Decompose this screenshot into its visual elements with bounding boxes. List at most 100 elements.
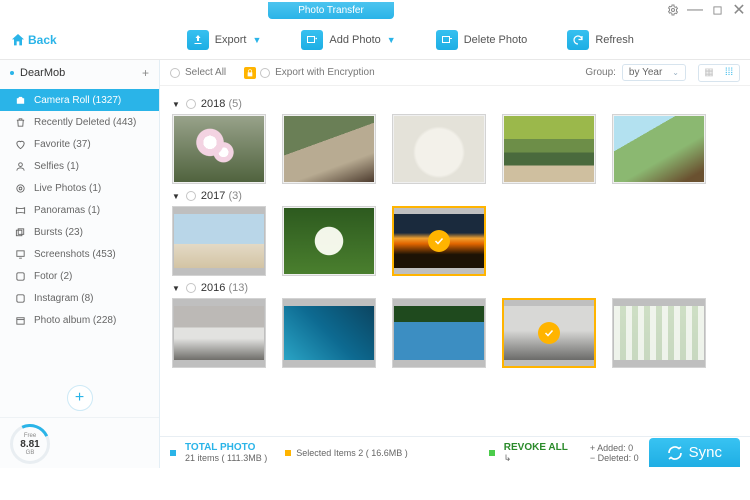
add-photo-icon [301, 30, 323, 50]
window-title: Photo Transfer [268, 2, 394, 19]
group-checkbox[interactable] [186, 99, 196, 109]
group-header[interactable]: ▼2016 (13) [172, 282, 738, 294]
photo-thumbnail[interactable] [392, 114, 486, 184]
filter-bar: Select All Export with Encryption Group:… [160, 60, 750, 86]
sidebar-header: DearMob + [0, 60, 159, 86]
app-icon [14, 292, 26, 304]
group-header[interactable]: ▼2018 (5) [172, 98, 738, 110]
chevron-down-icon: ⌄ [672, 68, 679, 77]
close-icon[interactable]: ✕ [731, 2, 747, 18]
sidebar-item-label: Selfies (1) [34, 161, 79, 172]
group-label: Group: [585, 67, 616, 78]
total-photo-label: TOTAL PHOTO [185, 442, 267, 453]
selected-check-icon [428, 230, 450, 252]
sidebar: DearMob + Camera Roll (1327) Recently Del… [0, 60, 160, 468]
sidebar-item-label: Bursts (23) [34, 227, 83, 238]
sidebar-item-label: Panoramas (1) [34, 205, 100, 216]
camera-icon [14, 94, 26, 106]
select-all-checkbox[interactable] [170, 68, 180, 78]
photo-grid: ▼2018 (5)▼2017 (3)▼2016 (13) [160, 86, 750, 436]
sidebar-item[interactable]: Panoramas (1) [0, 199, 159, 221]
group-count: (3) [228, 190, 241, 202]
encrypt-label: Export with Encryption [275, 67, 375, 78]
disclosure-triangle-icon: ▼ [172, 100, 180, 109]
sync-button[interactable]: Sync [649, 438, 740, 467]
export-icon [187, 30, 209, 50]
settings-icon[interactable] [665, 2, 681, 18]
live-icon [14, 182, 26, 194]
refresh-button[interactable]: Refresh [567, 30, 634, 50]
total-photo-detail: 21 items ( 111.3MB ) [185, 453, 267, 463]
main-panel: Select All Export with Encryption Group:… [160, 60, 750, 468]
group-checkbox[interactable] [186, 283, 196, 293]
sidebar-item-label: Fotor (2) [34, 271, 72, 282]
group-count: (5) [228, 98, 241, 110]
photo-thumbnail[interactable] [612, 298, 706, 368]
view-small-icon[interactable]: ⁞⁞⁞ [719, 65, 739, 81]
photo-thumbnail[interactable] [392, 298, 486, 368]
sidebar-item[interactable]: Favorite (37) [0, 133, 159, 155]
added-count: + Added: 0 [590, 443, 639, 453]
group-checkbox[interactable] [186, 191, 196, 201]
view-large-icon[interactable]: ▦ [699, 65, 719, 81]
select-all-label: Select All [185, 67, 226, 78]
burst-icon [14, 226, 26, 238]
app-icon [14, 270, 26, 282]
back-button[interactable]: Back [10, 32, 57, 48]
panorama-icon [14, 204, 26, 216]
group-header[interactable]: ▼2017 (3) [172, 190, 738, 202]
photo-thumbnail[interactable] [502, 298, 596, 368]
photo-thumbnail[interactable] [172, 298, 266, 368]
sidebar-item[interactable]: Fotor (2) [0, 265, 159, 287]
sidebar-item[interactable]: Bursts (23) [0, 221, 159, 243]
sidebar-item-label: Screenshots (453) [34, 249, 116, 260]
refresh-icon [567, 30, 589, 50]
add-icon[interactable]: + [142, 66, 149, 80]
album-icon [14, 314, 26, 326]
sidebar-item-label: Instagram (8) [34, 293, 93, 304]
delete-photo-icon [436, 30, 458, 50]
photo-thumbnail[interactable] [502, 114, 596, 184]
group-dropdown[interactable]: by Year ⌄ [622, 64, 686, 81]
add-photo-button[interactable]: Add Photo ▼ [301, 30, 395, 50]
toolbar: Back Export ▼ Add Photo ▼ Delete Photo R… [0, 20, 750, 60]
sidebar-item-label: Photo album (228) [34, 315, 116, 326]
minimize-icon[interactable]: — [687, 2, 703, 18]
photo-thumbnail[interactable] [612, 114, 706, 184]
sidebar-item-label: Camera Roll (1327) [34, 95, 121, 106]
encrypt-checkbox[interactable] [260, 68, 270, 78]
photo-thumbnail[interactable] [172, 114, 266, 184]
sync-icon [667, 445, 683, 461]
sidebar-item[interactable]: Recently Deleted (443) [0, 111, 159, 133]
storage-meter: Free 8.81 GB [0, 417, 159, 468]
sidebar-item[interactable]: Instagram (8) [0, 287, 159, 309]
home-icon [10, 32, 26, 48]
chevron-down-icon: ▼ [252, 35, 261, 45]
maximize-icon[interactable] [709, 2, 725, 18]
group-year: 2017 [201, 190, 225, 202]
titlebar: Photo Transfer — ✕ [0, 0, 750, 20]
sidebar-item[interactable]: Screenshots (453) [0, 243, 159, 265]
person-icon [14, 160, 26, 172]
sidebar-item[interactable]: Photo album (228) [0, 309, 159, 331]
revoke-all-button[interactable]: REVOKE ALL [504, 442, 568, 453]
selected-detail: Selected Items 2 ( 16.6MB ) [296, 448, 408, 458]
sidebar-item-label: Live Photos (1) [34, 183, 101, 194]
photo-thumbnail[interactable] [282, 114, 376, 184]
deleted-count: − Deleted: 0 [590, 453, 639, 463]
sidebar-item-label: Recently Deleted (443) [34, 117, 136, 128]
sidebar-item-label: Favorite (37) [34, 139, 91, 150]
group-count: (13) [228, 282, 248, 294]
view-toggle[interactable]: ▦ ⁞⁞⁞ [698, 64, 740, 82]
photo-thumbnail[interactable] [172, 206, 266, 276]
sidebar-item[interactable]: Camera Roll (1327) [0, 89, 159, 111]
sidebar-item[interactable]: Live Photos (1) [0, 177, 159, 199]
photo-thumbnail[interactable] [282, 298, 376, 368]
chevron-down-icon: ▼ [387, 35, 396, 45]
export-button[interactable]: Export ▼ [187, 30, 262, 50]
photo-thumbnail[interactable] [392, 206, 486, 276]
delete-photo-button[interactable]: Delete Photo [436, 30, 528, 50]
add-album-button[interactable]: + [0, 379, 159, 417]
photo-thumbnail[interactable] [282, 206, 376, 276]
sidebar-item[interactable]: Selfies (1) [0, 155, 159, 177]
